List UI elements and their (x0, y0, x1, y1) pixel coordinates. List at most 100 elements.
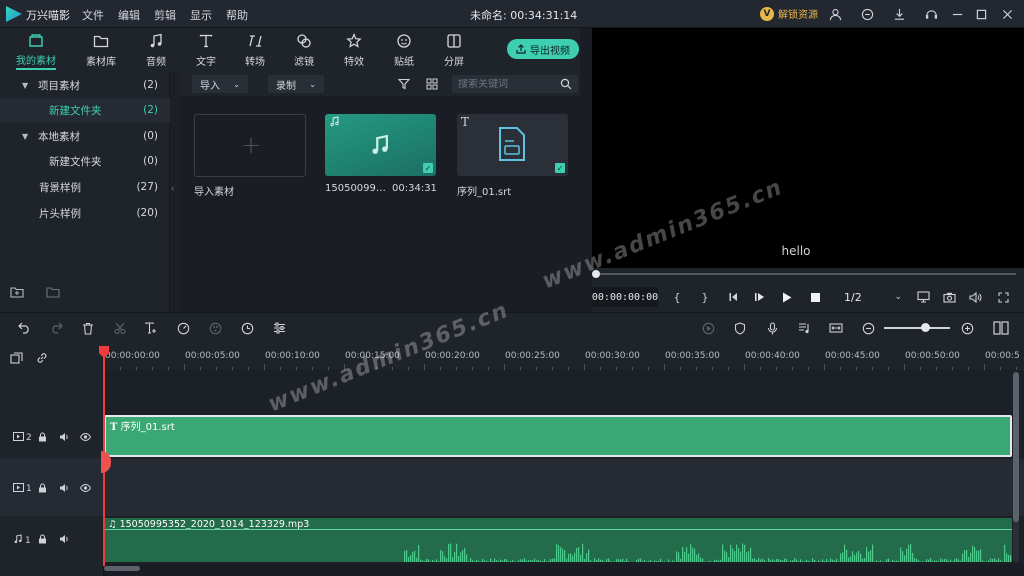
delete-trash-icon[interactable] (80, 320, 96, 336)
timeline-layout-icon[interactable] (992, 320, 1010, 336)
adjust-sliders-icon[interactable] (271, 320, 287, 336)
subtitle-clip[interactable]: T 序列_01.srt (104, 415, 1012, 457)
subtitle-media-tile[interactable]: T ✓ (457, 114, 568, 176)
maximize-icon[interactable] (972, 5, 990, 23)
added-check-icon: ✓ (555, 163, 565, 173)
filter-funnel-icon[interactable] (397, 78, 411, 93)
tab-library[interactable]: 素材库 (75, 30, 127, 70)
tree-item-background-samples[interactable]: 背景样例 (27) (0, 175, 170, 199)
waveform-bar (618, 559, 620, 562)
eye-icon[interactable] (80, 484, 91, 492)
waveform-bar (640, 558, 642, 562)
audio-media-tile[interactable]: ✓ (325, 114, 436, 176)
export-video-button[interactable]: 导出视频 (507, 39, 579, 59)
render-preview-icon[interactable] (700, 320, 716, 336)
tree-item-intro-samples[interactable]: 片头样例 (20) (0, 201, 170, 225)
panel-collapse-handle[interactable]: ‹ (170, 72, 180, 312)
play-step-icon[interactable] (752, 290, 766, 304)
support-icon[interactable] (922, 5, 940, 23)
audio-mixer-icon[interactable] (796, 320, 812, 336)
expand-arrow-icon[interactable]: ▼ (22, 132, 32, 141)
microphone-icon[interactable] (764, 320, 780, 336)
zoom-in-icon[interactable] (959, 320, 975, 336)
undo-icon[interactable] (16, 320, 32, 336)
duration-clock-icon[interactable] (239, 320, 255, 336)
unlock-resources-button[interactable]: V 解锁资源 (760, 6, 818, 21)
timeline-vertical-scrollbar[interactable] (1013, 372, 1019, 562)
tree-item-new-folder-2[interactable]: 新建文件夹 (0) (0, 149, 170, 173)
step-back-icon[interactable] (726, 290, 740, 304)
timeline-ruler[interactable]: 00:00:00:00 00:00:05:00 00:00:10:00 00:00:1… (104, 346, 1024, 370)
feedback-icon[interactable] (858, 5, 876, 23)
menu-help[interactable]: 帮助 (226, 7, 248, 23)
record-dropdown[interactable]: 录制 ⌄ (268, 75, 324, 93)
tab-filter[interactable]: 滤镜 (278, 30, 330, 70)
fit-timeline-icon[interactable] (828, 320, 844, 336)
speaker-icon[interactable] (59, 483, 70, 493)
zoom-out-icon[interactable] (860, 320, 876, 336)
empty-track-area[interactable] (104, 370, 1024, 413)
tab-audio[interactable]: 音频 (130, 30, 182, 70)
grid-view-icon[interactable] (426, 78, 438, 93)
stop-icon[interactable] (808, 290, 822, 304)
marker-shield-icon[interactable] (732, 320, 748, 336)
display-monitor-icon[interactable] (916, 290, 930, 304)
add-text-icon[interactable] (143, 320, 159, 336)
tab-my-media[interactable]: 我的素材 (10, 30, 62, 70)
tab-transition[interactable]: 转场 (229, 30, 281, 70)
waveform-bar (974, 547, 976, 562)
menu-edit[interactable]: 编辑 (118, 7, 140, 23)
menu-file[interactable]: 文件 (82, 7, 104, 23)
import-dropdown[interactable]: 导入 ⌄ (192, 75, 248, 93)
tree-item-project-media[interactable]: ▼ 项目素材 (2) (0, 73, 170, 97)
speaker-icon[interactable] (59, 534, 70, 544)
minimize-icon[interactable] (948, 5, 966, 23)
expand-arrow-icon[interactable]: ▼ (22, 81, 32, 90)
tree-item-new-folder-1[interactable]: 新建文件夹 (2) (0, 98, 170, 122)
link-icon[interactable] (36, 352, 48, 367)
audio-clip[interactable]: ♫ 15050995352_2020_1014_123329.mp3 (104, 518, 1012, 562)
volume-icon[interactable] (968, 290, 982, 304)
eye-icon[interactable] (80, 433, 91, 441)
mark-out-icon[interactable]: } (698, 290, 712, 304)
waveform-bar (638, 558, 640, 562)
waveform-bar (422, 560, 424, 562)
mark-in-icon[interactable]: { (670, 290, 684, 304)
tab-text[interactable]: 文字 (180, 30, 232, 70)
menu-view[interactable]: 显示 (190, 7, 212, 23)
folder-outline-icon[interactable] (46, 286, 60, 301)
speed-icon[interactable] (175, 320, 191, 336)
redo-icon[interactable] (48, 320, 64, 336)
track-video-1[interactable] (104, 459, 1024, 516)
snapshot-camera-icon[interactable] (942, 290, 956, 304)
download-icon[interactable] (890, 5, 908, 23)
waveform-bar (986, 561, 988, 562)
zoom-slider-knob[interactable] (921, 323, 930, 332)
zoom-slider-track[interactable] (884, 327, 950, 329)
search-icon[interactable] (560, 78, 572, 90)
close-icon[interactable] (998, 5, 1016, 23)
lock-icon[interactable] (38, 432, 47, 442)
lock-icon[interactable] (38, 483, 47, 493)
preview-scrubber[interactable] (592, 268, 1024, 282)
tab-sticker[interactable]: 贴纸 (378, 30, 430, 70)
timeline-horizontal-scrollbar[interactable] (104, 566, 140, 571)
tab-split-screen[interactable]: 分屏 (428, 30, 480, 70)
waveform-bar (580, 554, 582, 562)
speaker-icon[interactable] (59, 432, 70, 442)
new-folder-icon[interactable] (10, 286, 24, 301)
search-input[interactable] (458, 78, 548, 90)
tab-effects[interactable]: 特效 (328, 30, 380, 70)
menu-clip[interactable]: 剪辑 (154, 7, 176, 23)
preview-quality-dropdown[interactable]: 1/2 ⌄ (838, 288, 908, 306)
play-icon[interactable] (780, 290, 794, 304)
add-track-icon[interactable] (10, 352, 23, 367)
lock-icon[interactable] (38, 534, 47, 544)
tree-item-local-media[interactable]: ▼ 本地素材 (0) (0, 124, 170, 148)
import-media-tile[interactable]: + (194, 114, 306, 177)
cut-scissors-icon[interactable] (112, 320, 128, 336)
scrollbar-thumb[interactable] (1013, 372, 1019, 522)
fullscreen-icon[interactable] (996, 290, 1010, 304)
account-icon[interactable] (826, 5, 844, 23)
color-match-icon[interactable] (207, 320, 223, 336)
